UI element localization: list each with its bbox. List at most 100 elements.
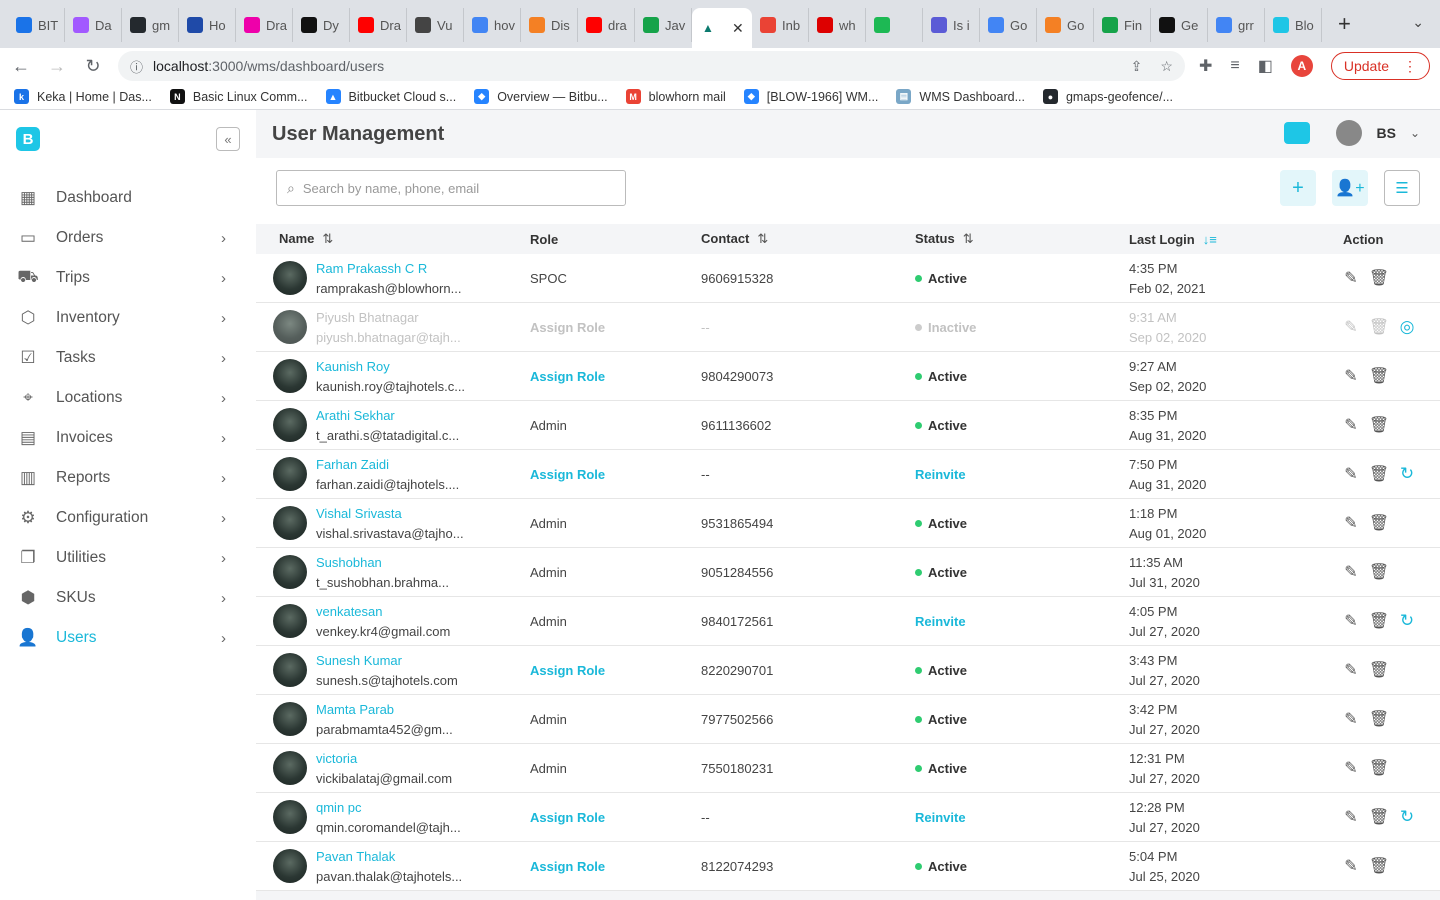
delete-icon[interactable]: 🗑 <box>1369 513 1389 533</box>
edit-icon[interactable]: ✎ <box>1343 513 1359 533</box>
chevron-right-icon[interactable]: › <box>221 430 226 447</box>
delete-icon[interactable]: 🗑 <box>1369 807 1389 827</box>
media-icon[interactable]: ≡ <box>1230 57 1239 75</box>
chevron-right-icon[interactable]: › <box>221 590 226 607</box>
edit-icon[interactable]: ✎ <box>1343 807 1359 827</box>
bookmark-item[interactable]: ◆ [BLOW-1966] WM... <box>743 89 878 104</box>
tab-active[interactable]: ▲ ✕ <box>692 8 752 48</box>
assign-role-link[interactable]: Assign Role <box>530 320 701 335</box>
edit-icon[interactable]: ✎ <box>1343 611 1359 631</box>
browser-tab[interactable]: grr <box>1208 8 1265 42</box>
bookmark-item[interactable]: ▤ WMS Dashboard... <box>896 89 1025 104</box>
chevron-right-icon[interactable]: › <box>221 470 226 487</box>
site-info-icon[interactable]: ⓘ <box>130 57 143 76</box>
browser-tab[interactable]: Go <box>980 8 1037 42</box>
edit-icon[interactable]: ✎ <box>1343 562 1359 582</box>
chevron-right-icon[interactable]: › <box>221 630 226 647</box>
extensions-icon[interactable]: ✚ <box>1199 56 1212 76</box>
share-icon[interactable]: ⇪ <box>1131 58 1143 75</box>
bookmark-item[interactable]: Mblowhorn mail <box>625 89 726 104</box>
sidebar-item-configuration[interactable]: ⚙ Configuration › <box>0 498 256 538</box>
browser-tab[interactable]: Go <box>1037 8 1094 42</box>
add-button[interactable]: + <box>1280 170 1316 206</box>
browser-tab[interactable]: Dra <box>350 8 407 42</box>
sidebar-item-orders[interactable]: ▭ Orders › <box>0 218 256 258</box>
add-user-button[interactable]: 👤+ <box>1332 170 1368 206</box>
chevron-right-icon[interactable]: › <box>221 350 226 367</box>
bookmark-item[interactable]: ● gmaps-geofence/... <box>1042 89 1173 104</box>
browser-tab[interactable] <box>866 8 923 42</box>
browser-tab[interactable]: Jav <box>635 8 692 42</box>
reinvite-icon[interactable]: ↻ <box>1399 611 1415 631</box>
user-name-link[interactable]: Pavan Thalak <box>316 849 462 864</box>
browser-tab[interactable]: Dis <box>521 8 578 42</box>
browser-tab[interactable]: Is i <box>923 8 980 42</box>
column-header-last-login[interactable]: Last Login ↓≡ <box>1129 232 1343 247</box>
browser-tab[interactable]: gm <box>122 8 179 42</box>
user-name-link[interactable]: Ram Prakassh C R <box>316 261 461 276</box>
assign-role-link[interactable]: Assign Role <box>530 467 701 482</box>
browser-tab[interactable]: hov <box>464 8 521 42</box>
profile-avatar[interactable]: A <box>1290 55 1313 77</box>
sidepanel-icon[interactable]: ◧ <box>1258 56 1273 76</box>
update-button[interactable]: Update ⋮ <box>1330 52 1430 80</box>
chevron-right-icon[interactable]: › <box>221 550 226 567</box>
edit-icon[interactable]: ✎ <box>1343 268 1359 288</box>
user-name-link[interactable]: Vishal Srivasta <box>316 506 464 521</box>
user-name-link[interactable]: Mamta Parab <box>316 702 453 717</box>
delete-icon[interactable]: 🗑 <box>1369 856 1389 876</box>
browser-tab[interactable]: Inb <box>752 8 809 42</box>
browser-tab[interactable]: Blo <box>1265 8 1322 42</box>
user-name-link[interactable]: venkatesan <box>316 604 450 619</box>
user-name-link[interactable]: Piyush Bhatnagar <box>316 310 461 325</box>
collapse-sidebar-icon[interactable]: « <box>216 127 240 151</box>
browser-tab[interactable]: Da <box>65 8 122 42</box>
delete-icon[interactable]: 🗑 <box>1369 268 1389 288</box>
delete-icon[interactable]: 🗑 <box>1369 758 1389 778</box>
edit-icon[interactable]: ✎ <box>1343 366 1359 386</box>
browser-tab[interactable]: Ge <box>1151 8 1208 42</box>
edit-icon[interactable]: ✎ <box>1343 758 1359 778</box>
edit-icon[interactable]: ✎ <box>1343 660 1359 680</box>
activate-icon[interactable]: ◎ <box>1399 317 1415 337</box>
edit-icon[interactable]: ✎ <box>1343 464 1359 484</box>
reinvite-link[interactable]: Reinvite <box>915 614 1129 629</box>
user-name-link[interactable]: Sunesh Kumar <box>316 653 458 668</box>
bookmark-item[interactable]: ▲ Bitbucket Cloud s... <box>325 89 456 104</box>
browser-tab[interactable]: Vu <box>407 8 464 42</box>
sidebar-item-trips[interactable]: ⛟ Trips › <box>0 258 256 298</box>
sort-icon[interactable]: ⇅ <box>322 231 333 246</box>
delete-icon[interactable]: 🗑 <box>1369 611 1389 631</box>
chevron-right-icon[interactable]: › <box>221 230 226 247</box>
chevron-right-icon[interactable]: › <box>221 510 226 527</box>
sidebar-item-utilities[interactable]: ❐ Utilities › <box>0 538 256 578</box>
search-input[interactable] <box>302 180 603 196</box>
sort-desc-icon[interactable]: ↓≡ <box>1203 232 1217 247</box>
sidebar-item-invoices[interactable]: ▤ Invoices › <box>0 418 256 458</box>
back-icon[interactable]: ← <box>10 56 32 77</box>
delete-icon[interactable]: 🗑 <box>1369 660 1389 680</box>
bookmark-item[interactable]: k Keka | Home | Das... <box>14 89 152 104</box>
delete-icon[interactable]: 🗑 <box>1369 709 1389 729</box>
user-name-link[interactable]: qmin pc <box>316 800 461 815</box>
assign-role-link[interactable]: Assign Role <box>530 663 701 678</box>
reinvite-link[interactable]: Reinvite <box>915 467 1129 482</box>
edit-icon[interactable]: ✎ <box>1343 415 1359 435</box>
sidebar-item-skus[interactable]: ⬢ SKUs › <box>0 578 256 618</box>
delete-icon[interactable]: 🗑 <box>1369 415 1389 435</box>
sidebar-item-dashboard[interactable]: ▦ Dashboard <box>0 178 256 218</box>
delete-icon[interactable]: 🗑 <box>1369 464 1389 484</box>
sort-icon[interactable]: ⇅ <box>963 231 974 246</box>
browser-tab[interactable]: dra <box>578 8 635 42</box>
user-initials[interactable]: BS <box>1376 125 1395 141</box>
tab-search-icon[interactable]: ⌄ <box>1412 14 1424 31</box>
edit-icon[interactable]: ✎ <box>1343 709 1359 729</box>
assign-role-link[interactable]: Assign Role <box>530 369 701 384</box>
sidebar-item-users[interactable]: 👤 Users › <box>0 618 256 658</box>
user-name-link[interactable]: Kaunish Roy <box>316 359 465 374</box>
user-name-link[interactable]: Arathi Sekhar <box>316 408 459 423</box>
browser-tab[interactable]: BIT <box>8 8 65 42</box>
bookmark-item[interactable]: N Basic Linux Comm... <box>169 89 308 104</box>
forward-icon[interactable]: → <box>46 56 68 77</box>
sidebar-item-locations[interactable]: ⌖ Locations › <box>0 378 256 418</box>
